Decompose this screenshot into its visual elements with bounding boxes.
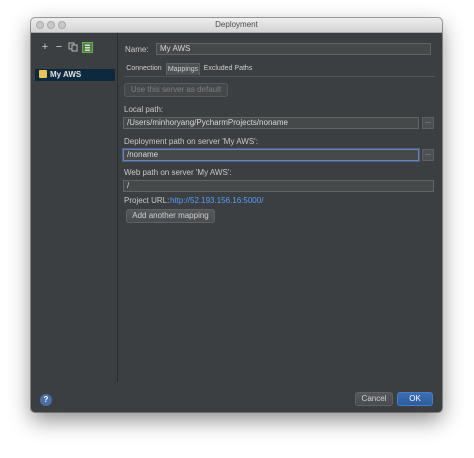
local-path-browse-button[interactable]: ... bbox=[422, 117, 434, 129]
tab-excluded-paths[interactable]: Excluded Paths bbox=[202, 63, 254, 75]
web-path-label: Web path on server 'My AWS': bbox=[124, 168, 232, 177]
deployment-path-browse-button[interactable]: ... bbox=[422, 149, 434, 161]
deployment-path-input[interactable]: /noname bbox=[123, 149, 419, 161]
deployment-path-label: Deployment path on server 'My AWS': bbox=[124, 137, 258, 146]
sidebar-item-my-aws[interactable]: My AWS bbox=[35, 69, 115, 81]
server-name-input[interactable]: My AWS bbox=[156, 43, 431, 55]
tab-mappings[interactable]: Mappings bbox=[166, 63, 200, 75]
copy-icon[interactable] bbox=[67, 41, 79, 53]
default-server-icon[interactable] bbox=[81, 41, 93, 53]
local-path-input[interactable]: /Users/minhoryang/PycharmProjects/noname bbox=[123, 117, 419, 129]
name-label: Name: bbox=[125, 45, 149, 54]
title-bar: Deployment bbox=[31, 18, 442, 33]
add-icon[interactable]: + bbox=[39, 41, 51, 53]
help-icon[interactable]: ? bbox=[40, 394, 52, 406]
project-url-link[interactable]: http://52.193.156.16:5000/ bbox=[170, 196, 263, 205]
local-path-label: Local path: bbox=[124, 105, 164, 114]
server-icon bbox=[39, 70, 47, 78]
deployment-dialog: Deployment + − My AWS Name: My AWS Conne… bbox=[31, 18, 442, 412]
web-path-input[interactable]: / bbox=[123, 180, 434, 192]
add-mapping-button[interactable]: Add another mapping bbox=[126, 209, 215, 223]
window-title: Deployment bbox=[215, 20, 258, 29]
server-list-panel: + − My AWS bbox=[31, 33, 118, 382]
sidebar-item-label: My AWS bbox=[50, 70, 82, 79]
tab-bar: Connection Mappings Excluded Paths bbox=[124, 63, 435, 77]
cancel-button[interactable]: Cancel bbox=[355, 392, 393, 406]
remove-icon[interactable]: − bbox=[53, 41, 65, 53]
ok-button[interactable]: OK bbox=[397, 392, 433, 406]
project-url-label: Project URL: bbox=[124, 196, 170, 205]
tab-connection[interactable]: Connection bbox=[124, 63, 164, 75]
use-as-default-button[interactable]: Use this server as default bbox=[124, 83, 228, 97]
